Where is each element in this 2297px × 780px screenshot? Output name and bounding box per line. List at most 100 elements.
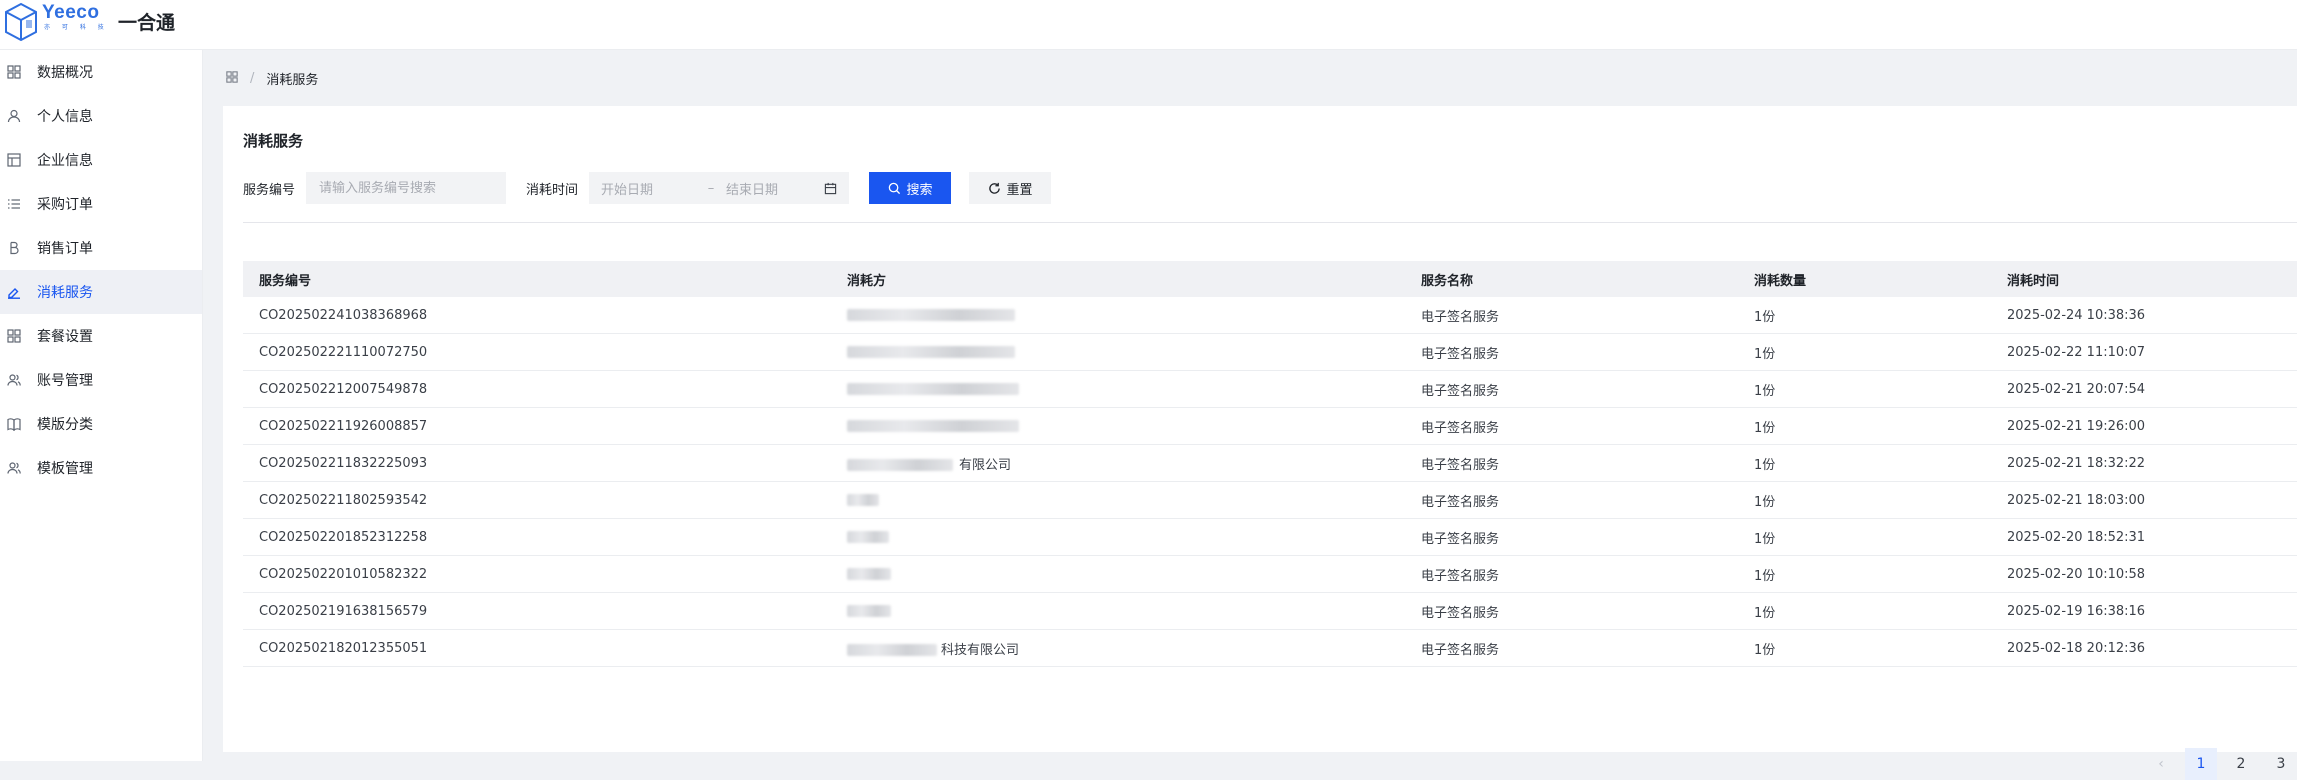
reset-button[interactable]: 重置	[969, 172, 1052, 204]
cell-quantity: 1份	[1754, 494, 1776, 510]
sidebar-item-company-info[interactable]: 企业信息	[0, 138, 202, 182]
cell-service-name: 电子签名服务	[1421, 642, 1500, 658]
cell-service-name: 电子签名服务	[1421, 457, 1500, 473]
sidebar-item-personal-info[interactable]: 个人信息	[0, 94, 202, 138]
sidebar-item-label: 企业信息	[37, 153, 93, 169]
header-quantity[interactable]: 消耗数量	[1754, 270, 1806, 289]
cell-quantity: 1份	[1754, 383, 1776, 399]
cell-quantity: 1份	[1754, 531, 1776, 547]
sidebar-item-purchase-orders[interactable]: 采购订单	[0, 182, 202, 226]
end-date-input[interactable]: 结束日期	[726, 179, 821, 198]
consumption-table: 服务编号 消耗方 服务名称 消耗数量 消耗时间 CO20250224103836…	[243, 261, 2297, 667]
cell-quantity: 1份	[1754, 605, 1776, 621]
sidebar-item-dashboard[interactable]: 数据概况	[0, 50, 202, 94]
top-bar: Yeeco 亦 可 科 技 一合通	[0, 0, 2297, 50]
cube-logo-icon	[5, 2, 37, 42]
cell-service-name: 电子签名服务	[1421, 346, 1500, 362]
sidebar-item-account-management[interactable]: 账号管理	[0, 358, 202, 402]
pen-icon	[6, 284, 22, 300]
cell-quantity: 1份	[1754, 309, 1776, 325]
search-icon	[888, 182, 900, 194]
table-row[interactable]: CO202502191638156579 电子签名服务 1份 2025-02-1…	[243, 593, 2297, 630]
cell-consume-time: 2025-02-20 10:10:58	[2007, 566, 2146, 582]
start-date-input[interactable]: 开始日期	[601, 179, 696, 198]
user-icon	[6, 108, 22, 124]
sidebar-item-package-settings[interactable]: 套餐设置	[0, 314, 202, 358]
sidebar: 数据概况 个人信息 企业信息 采购订单 销售订单 消耗服务 套餐设置 账号管理 …	[0, 50, 203, 761]
sidebar-item-label: 套餐设置	[37, 329, 93, 345]
date-range-separator: –	[707, 180, 715, 196]
logo-brand: Yeeco	[42, 2, 100, 23]
sidebar-item-sales-orders[interactable]: 销售订单	[0, 226, 202, 270]
users-icon	[6, 372, 22, 388]
page-button-3[interactable]: 3	[2265, 748, 2297, 780]
logo[interactable]: Yeeco 亦 可 科 技	[4, 2, 109, 42]
table-row[interactable]: CO202502201852312258 电子签名服务 1份 2025-02-2…	[243, 519, 2297, 556]
b-letter-icon	[6, 240, 22, 256]
main-content: / 消耗服务 消耗服务 服务编号 消耗时间 开始日期 – 结束日期 搜索 重	[204, 50, 2297, 780]
consumer-suffix: 有限公司	[959, 457, 1012, 473]
service-no-input[interactable]	[306, 172, 507, 204]
sidebar-item-label: 账号管理	[37, 373, 93, 389]
content-card: 消耗服务 服务编号 消耗时间 开始日期 – 结束日期 搜索 重置	[223, 106, 2297, 780]
sidebar-item-label: 模版分类	[37, 417, 93, 433]
sidebar-item-consumption-service[interactable]: 消耗服务	[0, 270, 202, 314]
table-row[interactable]: CO202502221110072750 电子签名服务 1份 2025-02-2…	[243, 334, 2297, 371]
reset-button-label: 重置	[1006, 182, 1033, 198]
grid-icon	[6, 328, 22, 344]
app-name: 一合通	[118, 12, 176, 34]
header-consume-time[interactable]: 消耗时间	[2007, 270, 2059, 289]
cell-consumer	[847, 419, 1019, 434]
search-button-label: 搜索	[906, 182, 933, 198]
sidebar-item-label: 数据概况	[37, 65, 93, 81]
sidebar-item-label: 模板管理	[37, 461, 93, 477]
date-range-picker[interactable]: 开始日期 – 结束日期	[589, 172, 850, 204]
cell-consumer	[847, 493, 879, 508]
consume-time-label: 消耗时间	[526, 182, 579, 198]
header-service-no[interactable]: 服务编号	[259, 270, 311, 289]
layout-icon	[6, 152, 22, 168]
cell-quantity: 1份	[1754, 420, 1776, 436]
table-row[interactable]: CO202502211802593542 电子签名服务 1份 2025-02-2…	[243, 482, 2297, 519]
cell-service-no: CO202502191638156579	[259, 603, 428, 619]
consumer-suffix: 科技有限公司	[941, 642, 1020, 658]
table-row[interactable]: CO202502241038368968 电子签名服务 1份 2025-02-2…	[243, 297, 2297, 334]
sidebar-item-template-management[interactable]: 模板管理	[0, 446, 202, 490]
header-service-name[interactable]: 服务名称	[1421, 270, 1473, 289]
cell-consume-time: 2025-02-22 11:10:07	[2007, 344, 2146, 360]
cell-quantity: 1份	[1754, 642, 1776, 658]
table-row[interactable]: CO202502212007549878 电子签名服务 1份 2025-02-2…	[243, 371, 2297, 408]
cell-consumer: 有限公司	[847, 454, 1011, 473]
table-row[interactable]: CO202502182012355051 科技有限公司 电子签名服务 1份 20…	[243, 630, 2297, 667]
book-icon	[6, 416, 22, 432]
table-row[interactable]: CO202502211832225093 有限公司 电子签名服务 1份 2025…	[243, 445, 2297, 482]
home-grid-icon[interactable]	[226, 70, 238, 87]
cell-consume-time: 2025-02-21 18:32:22	[2007, 455, 2146, 471]
table-row[interactable]: CO202502211926008857 电子签名服务 1份 2025-02-2…	[243, 408, 2297, 445]
header-consumer[interactable]: 消耗方	[847, 270, 886, 289]
page-button-2[interactable]: 2	[2225, 748, 2257, 780]
cell-consume-time: 2025-02-21 20:07:54	[2007, 381, 2146, 397]
logo-subtitle: 亦 可 科 技	[44, 24, 109, 31]
sidebar-item-label: 销售订单	[37, 241, 93, 257]
page-button-1[interactable]: 1	[2185, 748, 2217, 780]
sidebar-item-template-categories[interactable]: 模版分类	[0, 402, 202, 446]
breadcrumb-current: 消耗服务	[266, 73, 319, 88]
table-row[interactable]: CO202502201010582322 电子签名服务 1份 2025-02-2…	[243, 556, 2297, 593]
cell-quantity: 1份	[1754, 346, 1776, 362]
calendar-icon[interactable]	[824, 182, 837, 195]
search-button[interactable]: 搜索	[869, 172, 952, 204]
cell-consume-time: 2025-02-18 20:12:36	[2007, 640, 2146, 656]
table-header: 服务编号 消耗方 服务名称 消耗数量 消耗时间	[243, 261, 2297, 297]
service-no-label: 服务编号	[243, 182, 296, 198]
cell-service-name: 电子签名服务	[1421, 531, 1500, 547]
cell-service-no: CO202502201852312258	[259, 529, 428, 545]
cell-consume-time: 2025-02-24 10:38:36	[2007, 307, 2146, 323]
sidebar-item-label: 消耗服务	[37, 285, 93, 301]
cell-service-no: CO202502212007549878	[259, 381, 428, 397]
cell-service-name: 电子签名服务	[1421, 494, 1500, 510]
cell-service-name: 电子签名服务	[1421, 568, 1500, 584]
users-icon	[6, 460, 22, 476]
prev-page-button[interactable]: ‹	[2145, 748, 2177, 780]
cell-consumer	[847, 530, 889, 545]
